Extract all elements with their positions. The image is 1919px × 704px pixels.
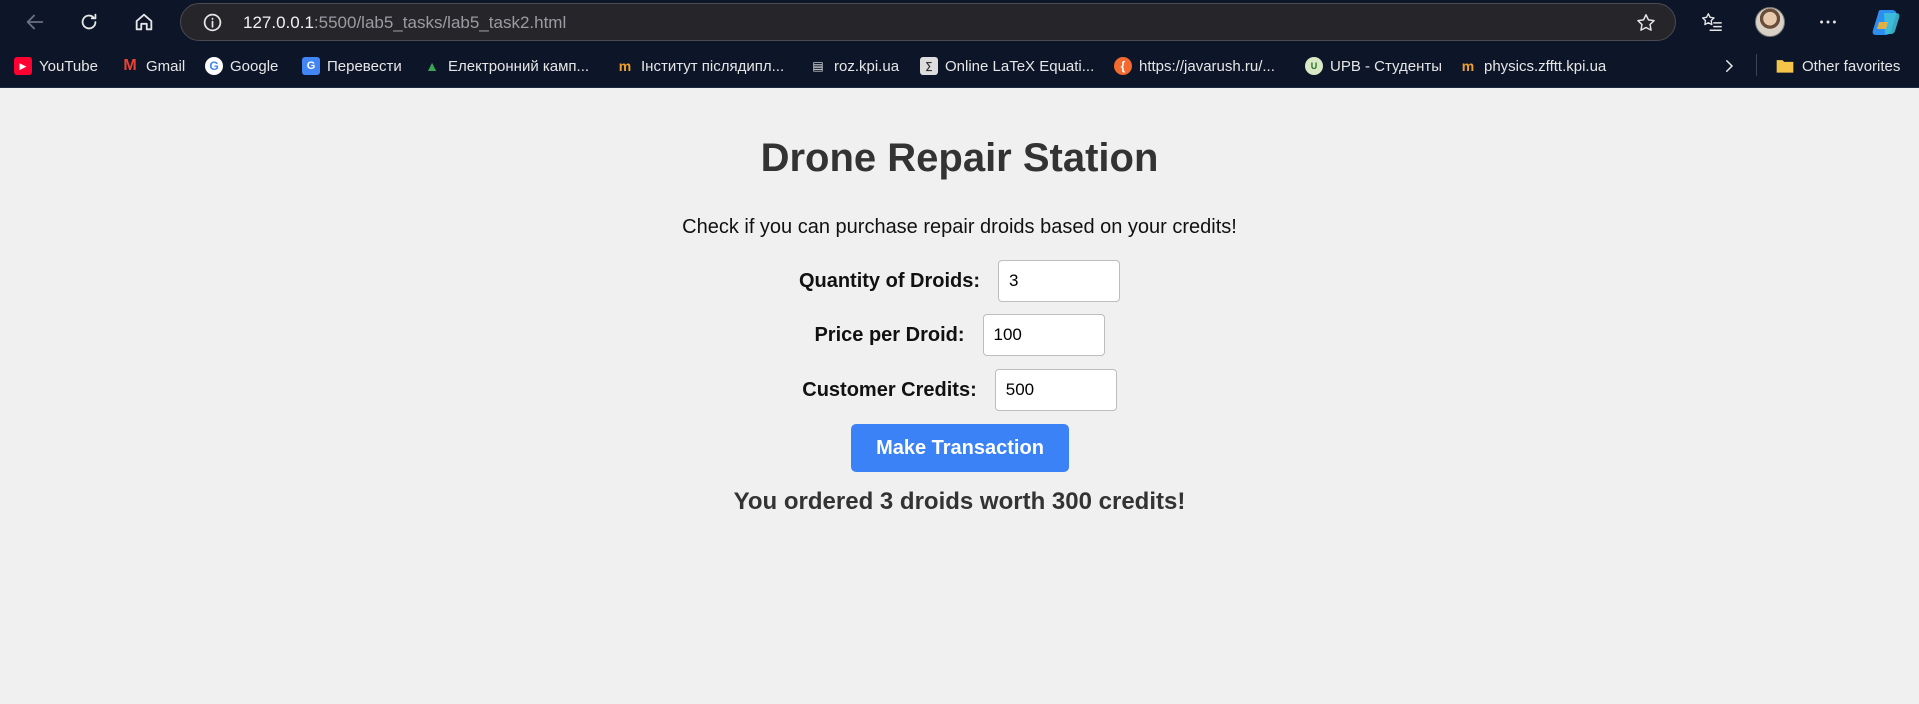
bookmark-label: Google xyxy=(230,57,279,75)
bookmark-roz[interactable]: ▤ roz.kpi.ua xyxy=(809,55,899,77)
bookmark-other-favorites[interactable]: Other favorites xyxy=(1775,55,1900,77)
bookmark-label: Перевести xyxy=(327,57,402,75)
back-button[interactable] xyxy=(19,6,51,38)
campus-icon: ▲ xyxy=(425,58,439,74)
bookmark-youtube[interactable]: ▶ YouTube xyxy=(14,55,98,77)
bookmark-physics[interactable]: m physics.zfftt.kpi.ua xyxy=(1459,55,1607,77)
favorites-button[interactable] xyxy=(1696,6,1728,38)
bookmark-translate[interactable]: G Перевести xyxy=(302,55,402,77)
bookmark-upb[interactable]: U UPB - Студенты xyxy=(1305,55,1442,77)
physics-icon: m xyxy=(1461,58,1475,74)
chevron-right-icon xyxy=(1726,60,1734,72)
bookmarks-overflow-button[interactable] xyxy=(1720,55,1738,77)
transaction-result: You ordered 3 droids worth 300 credits! xyxy=(733,488,1186,515)
browser-toolbar: 127.0.0.1:5500/lab5_tasks/lab5_task2.htm… xyxy=(0,0,1919,44)
bookmark-gmail[interactable]: M Gmail xyxy=(121,55,185,77)
bookmark-label: Gmail xyxy=(146,57,186,75)
profile-avatar[interactable] xyxy=(1755,7,1785,37)
latex-icon: ∑ xyxy=(920,57,938,75)
folder-icon xyxy=(1776,60,1794,73)
youtube-icon: ▶ xyxy=(14,57,32,75)
credits-input[interactable] xyxy=(994,369,1117,411)
refresh-button[interactable] xyxy=(73,6,105,38)
back-arrow-icon xyxy=(26,14,44,30)
bookmark-google[interactable]: G Google xyxy=(205,55,278,77)
page-content: Drone Repair Station Check if you can pu… xyxy=(0,88,1919,704)
google-icon: G xyxy=(205,57,223,75)
make-transaction-button[interactable]: Make Transaction xyxy=(851,424,1069,472)
bookmark-label: UPB - Студенты xyxy=(1330,57,1443,75)
bookmarks-bar: ▶ YouTube M Gmail G Google G Перевести ▲… xyxy=(0,44,1919,88)
bookmarks-divider xyxy=(1756,54,1757,76)
bookmark-label: Online LaTeX Equati... xyxy=(945,57,1095,75)
price-input[interactable] xyxy=(982,314,1105,356)
page-title: Drone Repair Station xyxy=(760,136,1159,180)
credits-label: Customer Credits: xyxy=(802,378,977,401)
quantity-input[interactable] xyxy=(998,260,1121,302)
gmail-icon: M xyxy=(123,57,137,74)
bookmark-label: https://javarush.ru/... xyxy=(1139,57,1275,75)
bookmark-latex[interactable]: ∑ Online LaTeX Equati... xyxy=(920,55,1094,77)
credits-row: Customer Credits: xyxy=(0,369,1919,411)
bookmark-label: physics.zfftt.kpi.ua xyxy=(1484,57,1607,75)
upb-icon: U xyxy=(1305,57,1323,75)
url-text[interactable]: 127.0.0.1:5500/lab5_tasks/lab5_task2.htm… xyxy=(243,13,566,33)
quantity-label: Quantity of Droids: xyxy=(798,269,981,292)
home-icon xyxy=(135,13,153,31)
bookmark-label: YouTube xyxy=(39,57,98,75)
address-bar[interactable]: 127.0.0.1:5500/lab5_tasks/lab5_task2.htm… xyxy=(180,3,1676,41)
bookmark-label: Електронний камп... xyxy=(448,57,590,75)
price-label: Price per Droid: xyxy=(814,323,965,346)
url-host: 127.0.0.1 xyxy=(243,13,314,32)
javarush-icon: { xyxy=(1114,57,1132,75)
favorites-list-icon xyxy=(1701,13,1722,31)
price-row: Price per Droid: xyxy=(0,314,1919,356)
quantity-row: Quantity of Droids: xyxy=(0,260,1919,302)
bookmark-label: roz.kpi.ua xyxy=(834,57,900,75)
star-icon[interactable] xyxy=(1635,12,1657,34)
page-subtitle: Check if you can purchase repair droids … xyxy=(682,216,1237,238)
translate-icon: G xyxy=(302,57,320,75)
bookmark-label: Інститут післядипл... xyxy=(641,57,785,75)
home-button[interactable] xyxy=(128,6,160,38)
copilot-icon[interactable] xyxy=(1871,8,1901,36)
refresh-icon xyxy=(81,13,97,30)
bookmark-institute[interactable]: m Інститут післядипл... xyxy=(616,55,784,77)
document-icon: ▤ xyxy=(812,59,824,73)
more-button[interactable] xyxy=(1812,6,1844,38)
bookmark-label: Other favorites xyxy=(1802,57,1901,75)
bookmark-javarush[interactable]: { https://javarush.ru/... xyxy=(1114,55,1275,77)
more-dots-icon xyxy=(1820,20,1836,24)
site-info-icon[interactable] xyxy=(202,12,223,33)
url-path: :5500/lab5_tasks/lab5_task2.html xyxy=(313,13,567,32)
bookmark-campus[interactable]: ▲ Електронний камп... xyxy=(423,55,589,77)
institute-icon: m xyxy=(618,58,632,74)
